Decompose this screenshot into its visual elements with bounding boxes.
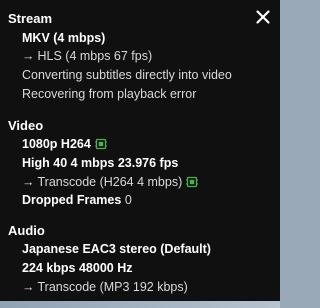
stream-recovery-note: Recovering from playback error (22, 87, 197, 101)
audio-section-title: Audio (8, 223, 45, 238)
audio-bitrate-info: 224 kbps 48000 Hz (22, 261, 133, 275)
audio-transcode-value: Transcode (MP3 192 kbps) (37, 280, 188, 294)
arrow-right-icon: → (22, 175, 35, 189)
hardware-acceleration-icon (186, 176, 199, 188)
dropped-frames-value: 0 (124, 193, 132, 207)
hardware-acceleration-icon (94, 138, 107, 150)
stream-container-info: MKV (4 mbps) (22, 31, 106, 45)
stream-section-title: Stream (8, 11, 53, 26)
video-profile-info: High 40 4 mbps 23.976 fps (22, 156, 179, 170)
arrow-right-icon: → (22, 280, 35, 294)
audio-transcode-info: → Transcode (MP3 192 kbps) (22, 279, 188, 295)
video-resolution-value: 1080p H264 (22, 137, 91, 151)
close-button[interactable] (254, 8, 272, 26)
dropped-frames-label: Dropped Frames (22, 193, 122, 207)
video-transcode-info: → Transcode (H264 4 mbps) (22, 174, 199, 190)
video-transcode-value: Transcode (H264 4 mbps) (37, 175, 183, 189)
stream-output-info: → HLS (4 mbps 67 fps) (22, 48, 152, 64)
video-resolution-info: 1080p H264 (22, 136, 107, 152)
playback-info-panel: Stream MKV (4 mbps) → HLS (4 mbps 67 fps)… (0, 0, 280, 301)
video-section-title: Video (8, 118, 44, 133)
stream-output-value: HLS (4 mbps 67 fps) (37, 49, 153, 63)
close-icon (256, 10, 270, 24)
audio-track-info: Japanese EAC3 stereo (Default) (22, 242, 211, 256)
background-video-strip (0, 301, 280, 308)
arrow-right-icon: → (22, 49, 35, 63)
video-dropped-frames: Dropped Frames 0 (22, 192, 132, 208)
stream-subtitles-note: Converting subtitles directly into video (22, 68, 232, 82)
